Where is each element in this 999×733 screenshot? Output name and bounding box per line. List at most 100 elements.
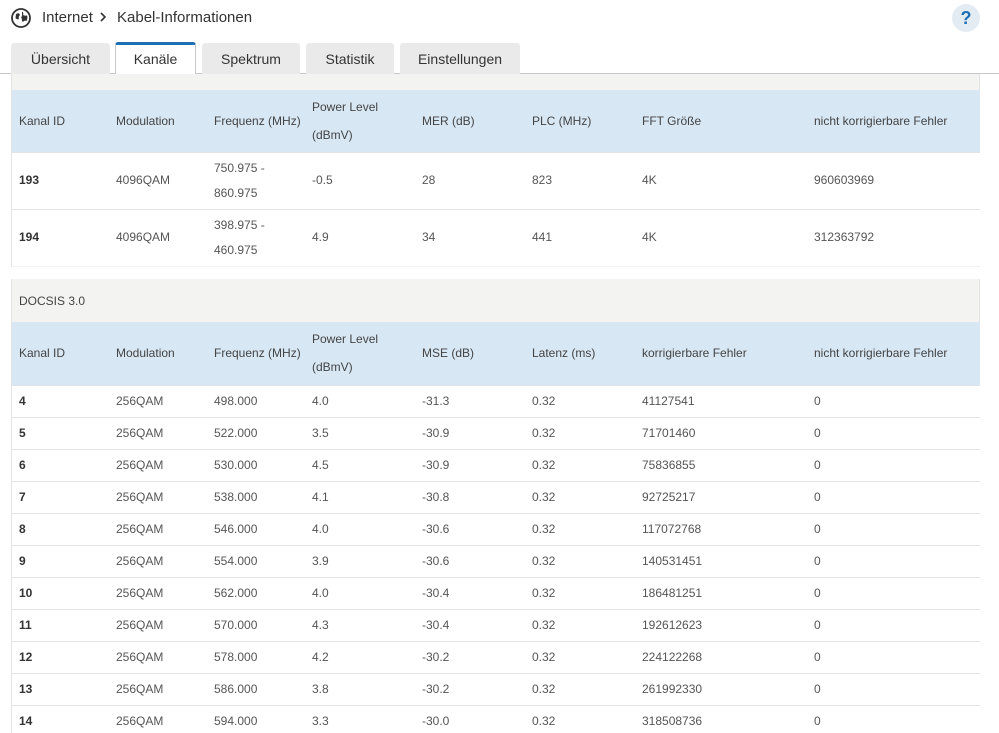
tab-statistik[interactable]: Statistik (306, 43, 394, 74)
modulation: 256QAM (109, 608, 207, 641)
power-level: 4.9 (305, 208, 415, 266)
column-header: MSE (dB) (415, 322, 525, 385)
correctable-errors: 140531451 (635, 544, 807, 577)
latency: 0.32 (525, 640, 635, 673)
uncorrectable-errors: 0 (807, 448, 980, 481)
power-level: 4.1 (305, 480, 415, 513)
table-row: 6 256QAM 530.000 4.5 -30.9 0.32 75836855 0 (12, 448, 980, 481)
mse: -30.0 (415, 704, 525, 733)
column-header: Modulation (109, 322, 207, 385)
table-header-row: Kanal ID Modulation Frequenz (MHz) Power… (12, 90, 980, 152)
tab-spektrum[interactable]: Spektrum (202, 43, 300, 74)
column-header: Power Level (dBmV) (305, 322, 415, 385)
modulation: 4096QAM (109, 208, 207, 266)
column-header: korrigierbare Fehler (635, 322, 807, 385)
frequency: 522.000 (207, 416, 305, 449)
table-header-row: Kanal ID Modulation Frequenz (MHz) Power… (12, 322, 980, 385)
table-row: 4 256QAM 498.000 4.0 -31.3 0.32 41127541 0 (12, 384, 980, 417)
table-row: 5 256QAM 522.000 3.5 -30.9 0.32 71701460 0 (12, 416, 980, 449)
column-header: nicht korrigierbare Fehler (807, 322, 980, 385)
channel-id: 9 (12, 544, 109, 577)
uncorrectable-errors: 0 (807, 480, 980, 513)
mse: -30.9 (415, 416, 525, 449)
channel-id: 6 (12, 448, 109, 481)
column-header: Frequenz (MHz) (207, 90, 305, 152)
tab-uebersicht[interactable]: Übersicht (11, 43, 110, 74)
mer: 34 (415, 208, 525, 266)
globe-icon[interactable] (11, 8, 31, 28)
correctable-errors: 117072768 (635, 512, 807, 545)
frequency: 546.000 (207, 512, 305, 545)
modulation: 256QAM (109, 384, 207, 417)
modulation: 256QAM (109, 704, 207, 733)
tab-kanaele[interactable]: Kanäle (115, 42, 196, 75)
modulation: 256QAM (109, 640, 207, 673)
power-level: 3.9 (305, 544, 415, 577)
power-level: 3.3 (305, 704, 415, 733)
docsis31-table: Kanal ID Modulation Frequenz (MHz) Power… (12, 90, 980, 266)
tab-einstellungen[interactable]: Einstellungen (400, 43, 520, 74)
frequency: 570.000 (207, 608, 305, 641)
modulation: 256QAM (109, 544, 207, 577)
section-title: DOCSIS 3.0 (19, 294, 86, 308)
correctable-errors: 261992330 (635, 672, 807, 705)
table-row: 13 256QAM 586.000 3.8 -30.2 0.32 261992330 0 (12, 672, 980, 705)
latency: 0.32 (525, 416, 635, 449)
latency: 0.32 (525, 576, 635, 609)
fft-size: 4K (635, 151, 807, 209)
power-level: 4.2 (305, 640, 415, 673)
modulation: 256QAM (109, 512, 207, 545)
uncorrectable-errors: 0 (807, 608, 980, 641)
channel-id: 10 (12, 576, 109, 609)
correctable-errors: 186481251 (635, 576, 807, 609)
column-header: Kanal ID (12, 90, 109, 152)
correctable-errors: 75836855 (635, 448, 807, 481)
frequency: 538.000 (207, 480, 305, 513)
help-icon[interactable]: ? (952, 4, 980, 32)
power-level: 3.8 (305, 672, 415, 705)
modulation: 4096QAM (109, 151, 207, 209)
power-level: 4.0 (305, 384, 415, 417)
modulation: 256QAM (109, 672, 207, 705)
correctable-errors: 192612623 (635, 608, 807, 641)
uncorrectable-errors: 0 (807, 512, 980, 545)
top-bar: Internet Kabel-Informationen ? (0, 0, 999, 36)
column-header: MER (dB) (415, 90, 525, 152)
table-row: 10 256QAM 562.000 4.0 -30.4 0.32 186481251 0 (12, 576, 980, 609)
table-row: 8 256QAM 546.000 4.0 -30.6 0.32 117072768 0 (12, 512, 980, 545)
channel-id: 12 (12, 640, 109, 673)
correctable-errors: 41127541 (635, 384, 807, 417)
column-header: Frequenz (MHz) (207, 322, 305, 385)
channel-id: 5 (12, 416, 109, 449)
mse: -30.4 (415, 576, 525, 609)
table-row: 194 4096QAM 398.975 - 460.975 4.9 34 441… (12, 208, 980, 266)
latency: 0.32 (525, 384, 635, 417)
uncorrectable-errors: 0 (807, 416, 980, 449)
correctable-errors: 71701460 (635, 416, 807, 449)
latency: 0.32 (525, 544, 635, 577)
mse: -30.6 (415, 544, 525, 577)
latency: 0.32 (525, 448, 635, 481)
channel-id: 7 (12, 480, 109, 513)
modulation: 256QAM (109, 416, 207, 449)
chevron-right-icon (100, 12, 107, 22)
frequency: 498.000 (207, 384, 305, 417)
power-level: 4.5 (305, 448, 415, 481)
channel-id: 11 (12, 608, 109, 641)
power-level: 3.5 (305, 416, 415, 449)
breadcrumb-internet[interactable]: Internet (42, 9, 93, 26)
column-header: PLC (MHz) (525, 90, 635, 152)
uncorrectable-errors: 960603969 (807, 151, 980, 209)
mse: -31.3 (415, 384, 525, 417)
frequency: 398.975 - 460.975 (207, 208, 305, 266)
page-title: Kabel-Informationen (117, 9, 253, 26)
mse: -30.6 (415, 512, 525, 545)
channel-id: 193 (12, 151, 109, 209)
frequency: 594.000 (207, 704, 305, 733)
channel-id: 194 (12, 208, 109, 266)
mer: 28 (415, 151, 525, 209)
column-header: Kanal ID (12, 322, 109, 385)
column-header: Latenz (ms) (525, 322, 635, 385)
channel-id: 4 (12, 384, 109, 417)
modulation: 256QAM (109, 576, 207, 609)
